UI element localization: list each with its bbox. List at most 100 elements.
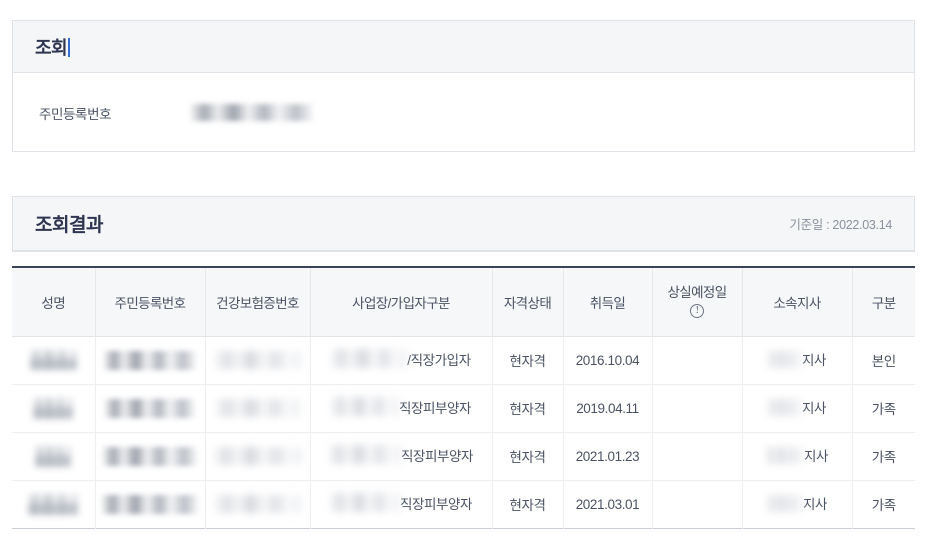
redacted-workplace-name: [330, 397, 399, 417]
cell-workplace-subscriber-type: 직장피부양자: [310, 480, 493, 528]
redacted-name: [28, 493, 79, 515]
table-header-row: 성명 주민등록번호 건강보험증번호 사업장/가입자구분 자격상태 취득일 상실예…: [12, 267, 915, 337]
redacted-insurance-card-no: [213, 447, 302, 465]
redacted-branch-name: [767, 398, 802, 416]
redacted-rrn-value: [191, 103, 313, 121]
base-date-label: 기준일 : 2022.03.14: [789, 218, 892, 232]
col-header-workplace-subscriber-type-label: 사업장/가입자구분: [352, 295, 450, 311]
table-row[interactable]: 직장피부양자 현자격 2021.03.01 지사 가족: [12, 480, 915, 528]
col-header-branch: 소속지사: [742, 267, 853, 337]
cell-name: [12, 432, 96, 481]
cell-acquired-date: 2016.10.04: [563, 336, 653, 385]
cell-workplace-subscriber-type: 직장피부양자: [310, 432, 493, 481]
redacted-insurance-card-no: [214, 495, 301, 513]
col-header-qualification-status-label: 자격상태: [503, 295, 552, 311]
text-cursor: [68, 37, 71, 57]
col-header-acquired-date: 취득일: [563, 267, 653, 337]
result-table-body: /직장가입자 현자격 2016.10.04 지사 본인 직장피부양자 현자격 2…: [12, 336, 915, 528]
cell-name: [12, 384, 96, 433]
result-panel-title: 조회결과: [35, 215, 103, 236]
cell-relation: 가족: [871, 498, 896, 513]
col-header-insurance-card-no: 건강보험증번호: [205, 267, 311, 337]
cell-insurance-card-no: [205, 480, 311, 528]
redacted-name: [29, 350, 77, 370]
search-panel-title: 조회: [35, 34, 71, 60]
rrn-field-value[interactable]: [191, 103, 313, 122]
cell-workplace-subscriber-type: 직장피부양자: [310, 384, 493, 433]
col-header-expected-loss-date-label: 상실예정일: [667, 285, 727, 301]
redacted-name: [35, 445, 72, 467]
table-row[interactable]: 직장피부양자 현자격 2019.04.11 지사 가족: [12, 384, 915, 433]
redacted-insurance-card-no: [214, 351, 301, 369]
cell-relation: 가족: [852, 432, 915, 481]
cell-rrn: [95, 480, 206, 528]
cell-rrn: [95, 384, 206, 433]
cell-relation: 본인: [852, 336, 915, 385]
cell-qualification-status: 현자격: [492, 336, 564, 385]
search-panel-title-text: 조회: [35, 37, 68, 58]
cell-acquired-date: 2021.03.01: [563, 480, 653, 528]
col-header-rrn: 주민등록번호: [95, 267, 206, 337]
col-header-acquired-date-label: 취득일: [589, 295, 626, 311]
col-header-workplace-subscriber-type: 사업장/가입자구분: [310, 267, 493, 337]
info-exclamation-icon[interactable]: !: [690, 304, 704, 319]
redacted-workplace-name: [329, 493, 400, 513]
redacted-name: [33, 397, 74, 419]
col-header-expected-loss-date: 상실예정일 !: [652, 267, 743, 337]
workplace-subscriber-type-text: 직장피부양자: [399, 496, 473, 512]
col-header-insurance-card-no-label: 건강보험증번호: [216, 295, 299, 311]
col-header-relation-label: 구분: [871, 295, 896, 311]
result-panel: 조회결과 기준일 : 2022.03.14: [12, 196, 915, 252]
result-table-head: 성명 주민등록번호 건강보험증번호 사업장/가입자구분 자격상태 취득일 상실예…: [12, 267, 915, 337]
search-panel-body: 주민등록번호: [13, 73, 914, 152]
cell-acquired-date: 2019.04.11: [563, 384, 653, 433]
cell-qualification-status: 현자격: [492, 432, 564, 481]
cell-qualification-status: 현자격: [492, 384, 564, 433]
table-row[interactable]: 직장피부양자 현자격 2021.01.23 지사 가족: [12, 432, 915, 481]
cell-branch: 지사: [742, 432, 853, 481]
col-header-name: 성명: [12, 267, 96, 337]
cell-name: [12, 336, 96, 385]
cell-workplace-subscriber-type: /직장가입자: [310, 336, 493, 385]
branch-suffix-text: 지사: [801, 401, 827, 417]
col-header-rrn-label: 주민등록번호: [114, 295, 187, 311]
redacted-workplace-name: [328, 445, 401, 465]
branch-suffix-text: 지사: [803, 449, 829, 465]
cell-expected-loss-date: [652, 384, 743, 433]
result-table-wrapper: 성명 주민등록번호 건강보험증번호 사업장/가입자구분 자격상태 취득일 상실예…: [12, 266, 915, 529]
page-root: 조회 주민등록번호 조회결과 기준일 : 2022.03.14 성명 주민등록번…: [0, 0, 927, 548]
redacted-rrn: [102, 494, 198, 514]
redacted-branch-name: [766, 494, 803, 512]
redacted-rrn: [103, 446, 197, 466]
cell-branch: 지사: [742, 480, 853, 528]
redacted-branch-name: [765, 446, 804, 464]
result-panel-header: 조회결과 기준일 : 2022.03.14: [13, 197, 914, 251]
cell-branch: 지사: [742, 384, 853, 433]
cell-expected-loss-date: [652, 432, 743, 481]
workplace-subscriber-type-text: 직장피부양자: [398, 400, 472, 416]
table-row[interactable]: /직장가입자 현자격 2016.10.04 지사 본인: [12, 336, 915, 385]
cell-name: [12, 480, 96, 528]
col-header-qualification-status: 자격상태: [492, 267, 564, 337]
cell-qualification-status: 현자격: [492, 480, 564, 528]
cell-rrn: [95, 336, 206, 385]
redacted-workplace-name: [331, 349, 408, 369]
redacted-branch-name: [767, 350, 802, 368]
cell-expected-loss-date: [652, 480, 743, 528]
workplace-subscriber-type-text: /직장가입자: [407, 352, 471, 368]
rrn-field-label: 주민등록번호: [39, 106, 112, 122]
workplace-subscriber-type-text: 직장피부양자: [400, 448, 474, 464]
col-header-branch-label: 소속지사: [773, 295, 821, 311]
branch-suffix-text: 지사: [802, 497, 828, 513]
search-panel-header: 조회: [13, 21, 914, 73]
cell-expected-loss-date: [652, 336, 743, 385]
col-header-name-label: 성명: [41, 295, 66, 311]
branch-suffix-text: 지사: [801, 353, 827, 369]
redacted-rrn: [104, 350, 196, 370]
cell-insurance-card-no: [205, 384, 311, 433]
cell-insurance-card-no: [205, 432, 311, 481]
cell-rrn: [95, 432, 206, 481]
cell-branch: 지사: [742, 336, 853, 385]
cell-relation: 가족: [852, 384, 915, 433]
redacted-rrn: [105, 398, 195, 418]
